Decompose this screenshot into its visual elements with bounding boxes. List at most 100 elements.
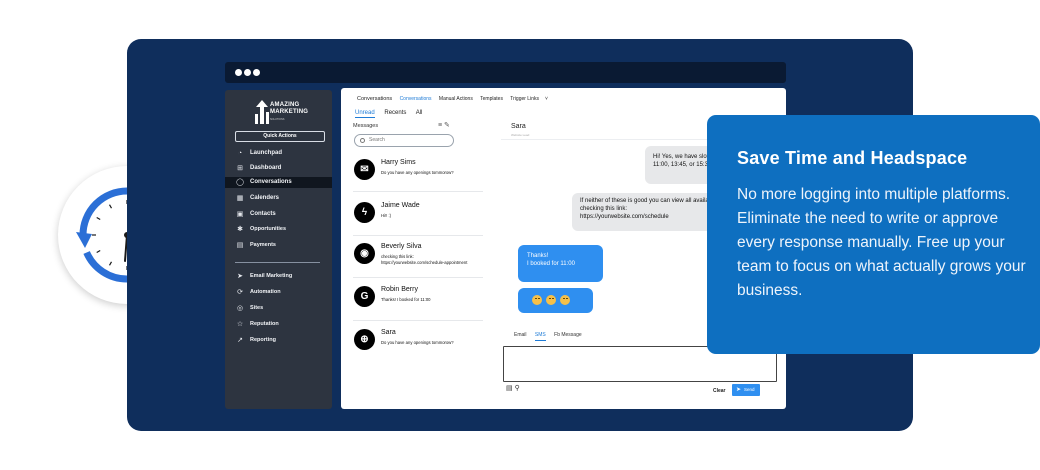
attachment-icon[interactable]: ⚲ (515, 385, 520, 392)
tab-unread[interactable]: Unread (355, 110, 375, 118)
tab-recents[interactable]: Recents (384, 110, 406, 116)
star-icon: ☆ (236, 321, 244, 328)
compose-icon[interactable]: ✎ (444, 122, 450, 129)
tab-sms[interactable]: SMS (534, 332, 546, 341)
send-icon: ➤ (736, 387, 742, 393)
contact-name: Sara (381, 329, 396, 336)
contact-name: Beverly Silva (381, 243, 422, 250)
chat-contact-subtitle: Website Lead (511, 133, 530, 137)
sidebar-item-conversations[interactable]: ◯ Conversations (225, 177, 332, 188)
automation-icon: ⟳ (237, 289, 243, 296)
smiley-emoji-icon (546, 295, 556, 305)
sidebar-item-calenders[interactable]: ▦ Calenders (225, 193, 332, 204)
sidebar-item-email-marketing[interactable]: ➤ Email Marketing (225, 271, 332, 282)
tab-fb-message[interactable]: Fb Message (554, 332, 582, 338)
divider (353, 235, 483, 236)
menu-icon[interactable]: ≡ (438, 122, 442, 129)
google-icon: G (354, 286, 375, 307)
top-tabs: Conversations Conversations Manual Actio… (357, 96, 554, 102)
contact-message: Do you have any openings tommorow? (381, 340, 454, 345)
chat-contact-name: Sara (511, 123, 526, 130)
list-item[interactable]: ⊕ Sara Do you have any openings tommorow… (354, 326, 489, 356)
divider (353, 320, 483, 321)
contact-message: Hi!! :) (381, 213, 392, 218)
globe-icon: ⊕ (354, 329, 375, 350)
sidebar-item-label: Opportunities (250, 226, 287, 232)
send-button[interactable]: ➤ Send (732, 384, 760, 396)
tab-all[interactable]: All (416, 110, 423, 116)
chevron-down-icon[interactable]: ˅ (545, 96, 548, 102)
sidebar-item-label: Calenders (250, 195, 280, 201)
contact-message: Do you have any openings tommorow? (381, 170, 454, 175)
smiley-emoji-icon (532, 295, 542, 305)
grid-icon: ⊞ (237, 165, 243, 172)
sidebar-item-sites[interactable]: ◎ Sites (225, 303, 332, 314)
sidebar-item-contacts[interactable]: ▣ Contacts (225, 209, 332, 220)
window-dot-icon (253, 69, 260, 76)
send-icon: ➤ (237, 273, 243, 280)
logo-text: AMAZING MARKETING (270, 102, 308, 116)
sidebar-item-label: Launchpad (250, 150, 283, 156)
message-filter-tabs: Unread Recents All (355, 110, 430, 118)
quick-actions-button[interactable]: Quick Actions (235, 131, 325, 142)
window-dot-icon (235, 69, 242, 76)
opportunities-icon: ✱ (237, 226, 243, 233)
sidebar-item-launchpad[interactable]: ◔ Launchpad (225, 148, 332, 159)
contact-message-link: https://yourwebsite.com/schedule-appoint… (381, 259, 468, 265)
sites-icon: ◎ (236, 305, 244, 312)
tab-conversations-active[interactable]: Conversations (400, 96, 432, 102)
sidebar-item-label: Conversations (250, 179, 292, 185)
sidebar-item-dashboard[interactable]: ⊞ Dashboard (225, 163, 332, 174)
list-item[interactable]: G Robin Berry Thanks! I booked for 11:00 (354, 283, 489, 313)
instagram-icon: ◉ (354, 243, 375, 264)
chat-bubble-icon: ◯ (236, 179, 244, 186)
tab-conversations[interactable]: Conversations (357, 96, 392, 102)
sidebar-item-opportunities[interactable]: ✱ Opportunities (225, 224, 332, 235)
sidebar-item-reputation[interactable]: ☆ Reputation (225, 319, 332, 330)
search-placeholder: Search (369, 137, 385, 143)
sidebar-item-label: Payments (250, 242, 276, 248)
feature-card: Save Time and Headspace No more logging … (707, 115, 1040, 354)
contact-name: Harry Sims (381, 159, 416, 166)
divider (353, 277, 483, 278)
email-icon: ✉ (354, 159, 375, 180)
tab-templates[interactable]: Templates (480, 96, 503, 102)
message-tools: ≡ ✎ (438, 121, 450, 129)
sidebar-item-payments[interactable]: ▤ Payments (225, 240, 332, 251)
list-item[interactable]: ϟ Jaime Wade Hi!! :) (354, 199, 489, 229)
message-text: I booked for 11:00 (527, 261, 575, 267)
message-text: Thanks! (527, 253, 549, 259)
contact-name: Jaime Wade (381, 202, 420, 209)
outgoing-emoji-bubble (518, 288, 593, 313)
reply-channel-tabs: Email SMS Fb Message (514, 332, 589, 341)
sidebar-item-reporting[interactable]: ↗ Reporting (225, 335, 332, 346)
list-item[interactable]: ◉ Beverly Silva checking this link: http… (354, 240, 489, 270)
reply-tools: ▤ ⚲ (506, 384, 520, 392)
tab-manual-actions[interactable]: Manual Actions (439, 96, 473, 102)
messages-label: Messages (353, 123, 379, 129)
trend-icon: ↗ (237, 337, 243, 344)
calendar-icon: ▦ (236, 195, 244, 202)
logo-arrow-icon (255, 100, 269, 124)
messenger-icon: ϟ (354, 202, 375, 223)
card-body: No more logging into multiple platforms.… (737, 186, 1026, 299)
sidebar-item-label: Automation (250, 289, 281, 295)
search-input[interactable]: Search (354, 134, 454, 147)
window-dot-icon (244, 69, 251, 76)
tab-email[interactable]: Email (514, 332, 527, 338)
sidebar-divider (235, 262, 320, 263)
contact-message: checking this link: https://yourwebsite.… (381, 254, 467, 265)
list-item[interactable]: ✉ Harry Sims Do you have any openings to… (354, 156, 489, 186)
tab-trigger-links[interactable]: Trigger Links (510, 96, 539, 102)
logo-line-2: MARKETING (270, 109, 309, 115)
clear-button[interactable]: Clear (713, 388, 726, 394)
sidebar-item-automation[interactable]: ⟳ Automation (225, 287, 332, 298)
card-title: Save Time and Headspace (737, 148, 968, 168)
payments-icon: ▤ (236, 242, 244, 249)
contact-name: Robin Berry (381, 286, 418, 293)
file-icon[interactable]: ▤ (506, 385, 513, 392)
sidebar-item-label: Reporting (250, 337, 276, 343)
sidebar-item-label: Email Marketing (250, 273, 293, 279)
divider (353, 191, 483, 192)
search-icon (360, 138, 365, 143)
